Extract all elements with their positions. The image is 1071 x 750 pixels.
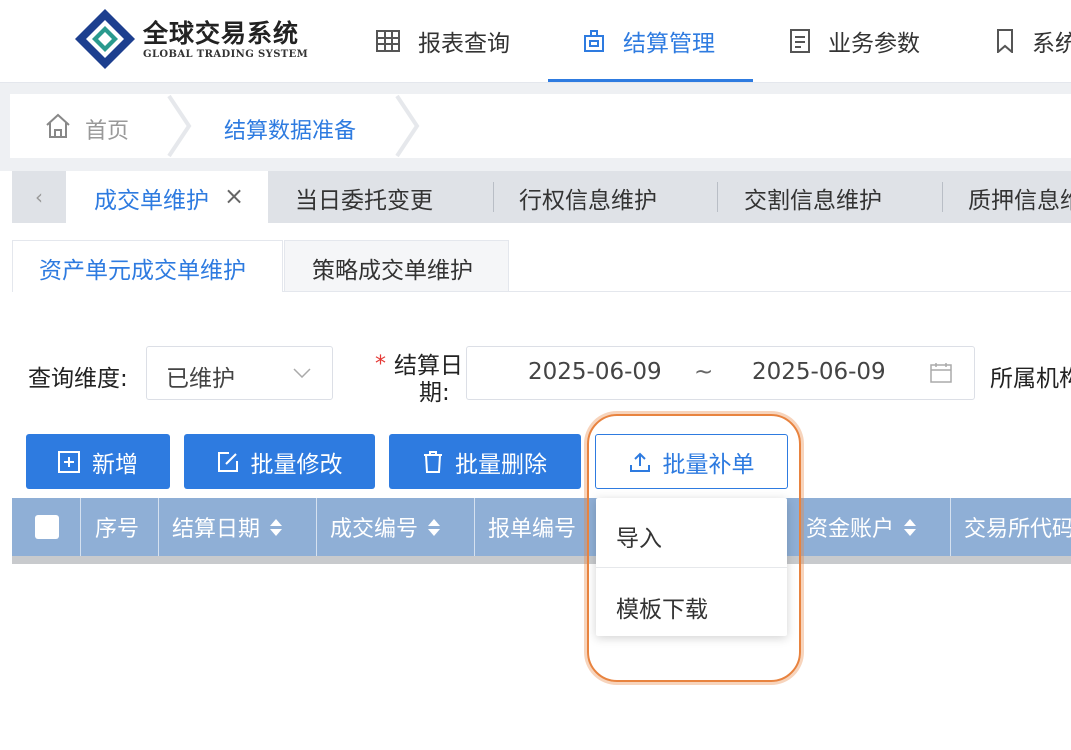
dimension-value[interactable]: 已维护 [166, 359, 235, 393]
sort-icon[interactable] [270, 518, 283, 536]
nav-active-indicator [548, 79, 753, 82]
dimension-label: 查询维度: [28, 366, 128, 392]
highlight-annotation [587, 414, 801, 682]
column-header-order-id[interactable]: 报单编号 [488, 498, 576, 556]
nav-label: 业务参数 [828, 31, 920, 57]
batch-delete-button-label: 批量删除 [455, 451, 547, 478]
tab-label[interactable]: 成交单维护 [94, 181, 209, 215]
breadcrumb-separator-icon [395, 94, 420, 158]
tab-divider [493, 182, 494, 212]
column-header-label: 结算日期 [172, 517, 261, 542]
column-header-label: 资金账户 [806, 517, 895, 542]
column-header-settle-date[interactable]: 结算日期 [172, 498, 283, 556]
chevron-down-icon[interactable] [293, 368, 311, 378]
column-header-trade-id[interactable]: 成交编号 [330, 498, 441, 556]
subtab-label[interactable]: 策略成交单维护 [312, 251, 473, 285]
table-grid-icon [376, 30, 400, 52]
org-label: 所属机构 [990, 366, 1071, 392]
column-header-fund-account[interactable]: 资金账户 [806, 498, 917, 556]
tab-divider [717, 182, 718, 212]
breadcrumb-separator-icon [167, 94, 192, 158]
edit-icon [217, 451, 238, 472]
column-header-label: 序号 [95, 517, 140, 542]
settlement-icon [584, 30, 604, 52]
tab-delivery-info[interactable]: 交割信息维护 [744, 181, 882, 215]
nav-item-reports[interactable]: 报表查询 [376, 0, 510, 82]
sort-icon[interactable] [428, 518, 441, 536]
nav-label: 结算管理 [623, 31, 715, 57]
column-header-label: 交易所代码 [964, 517, 1071, 542]
column-divider [316, 498, 317, 556]
column-divider [474, 498, 475, 556]
column-header-label: 报单编号 [488, 517, 577, 542]
bookmark-icon [997, 29, 1013, 53]
select-all-checkbox[interactable] [35, 515, 59, 539]
batch-delete-button[interactable]: 批量删除 [389, 434, 581, 489]
close-icon[interactable]: × [224, 182, 244, 210]
batch-edit-button-label: 批量修改 [250, 451, 343, 478]
plus-square-icon [58, 450, 80, 473]
logo-icon [75, 9, 135, 69]
batch-edit-button[interactable]: 批量修改 [184, 434, 375, 489]
logo-title: 全球交易系统 [143, 19, 300, 48]
tab-pledge-info[interactable]: 质押信息维 [968, 181, 1071, 215]
table-header-shadow [12, 556, 1071, 564]
date-end[interactable]: 2025-06-09 [752, 359, 886, 385]
settle-date-label-line2: 期: [419, 380, 450, 406]
nav-item-system[interactable]: 系统 [996, 0, 1071, 82]
tab-divider [942, 182, 943, 212]
column-divider [950, 498, 951, 556]
date-separator: ~ [694, 359, 714, 385]
breadcrumb-home[interactable]: 首页 [85, 113, 129, 145]
tabs-scroll-left-icon[interactable]: ‹ [12, 171, 66, 223]
required-mark: * [375, 352, 386, 377]
nav-label: 报表查询 [418, 31, 510, 57]
column-header-label: 成交编号 [330, 517, 419, 542]
date-start[interactable]: 2025-06-09 [528, 359, 662, 385]
logo-subtitle: GLOBAL TRADING SYSTEM [143, 49, 309, 60]
nav-item-business-params[interactable]: 业务参数 [790, 0, 920, 82]
add-button[interactable]: 新增 [26, 434, 170, 489]
column-divider [158, 498, 159, 556]
calendar-icon[interactable] [930, 362, 952, 384]
subtab-label[interactable]: 资产单元成交单维护 [39, 251, 246, 285]
column-header-exchange-code[interactable]: 交易所代码 [964, 498, 1071, 556]
home-icon[interactable] [44, 112, 72, 140]
tab-daily-order-change[interactable]: 当日委托变更 [295, 181, 433, 215]
sort-icon[interactable] [904, 518, 917, 536]
nav-item-settlement[interactable]: 结算管理 [583, 0, 715, 82]
breadcrumb-current[interactable]: 结算数据准备 [224, 113, 356, 145]
tab-exercise-info[interactable]: 行权信息维护 [519, 181, 657, 215]
nav-label: 系统 [1032, 31, 1071, 57]
column-divider [80, 498, 81, 556]
column-header-index: 序号 [95, 498, 139, 556]
trash-icon [424, 450, 442, 473]
add-button-label: 新增 [92, 451, 138, 478]
document-list-icon [790, 29, 810, 53]
